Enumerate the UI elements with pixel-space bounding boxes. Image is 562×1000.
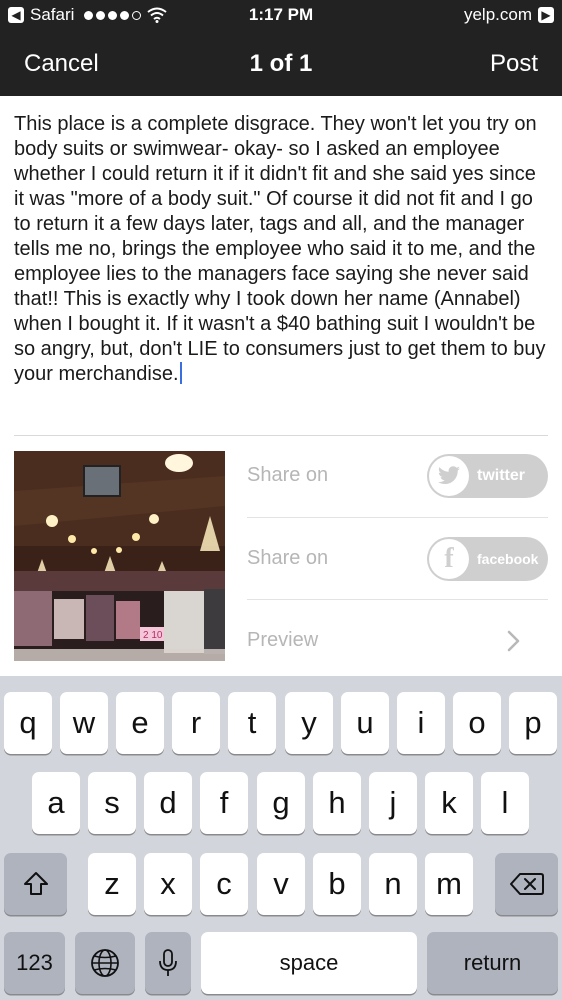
photo-sign-text: 2 10 <box>143 630 163 641</box>
key-j[interactable]: j <box>369 772 417 834</box>
key-s[interactable]: s <box>88 772 136 834</box>
key-u[interactable]: u <box>341 692 389 754</box>
key-i[interactable]: i <box>397 692 445 754</box>
return-key[interactable]: return <box>427 932 558 994</box>
forward-arrow-icon: ▶ <box>538 7 554 23</box>
key-v[interactable]: v <box>257 853 305 915</box>
facebook-icon: f <box>429 539 469 579</box>
key-y[interactable]: y <box>285 692 333 754</box>
status-domain[interactable]: yelp.com ▶ <box>464 5 554 25</box>
shift-key[interactable] <box>4 853 67 915</box>
key-a[interactable]: a <box>32 772 80 834</box>
key-f[interactable]: f <box>200 772 248 834</box>
key-z[interactable]: z <box>88 853 136 915</box>
nav-bar: Cancel 1 of 1 Post <box>0 32 562 96</box>
key-d[interactable]: d <box>144 772 192 834</box>
key-m[interactable]: m <box>425 853 473 915</box>
numbers-key[interactable]: 123 <box>4 932 65 994</box>
key-n[interactable]: n <box>369 853 417 915</box>
key-k[interactable]: k <box>425 772 473 834</box>
dictation-key[interactable] <box>145 932 191 994</box>
share-label: Share on <box>247 547 329 569</box>
key-x[interactable]: x <box>144 853 192 915</box>
post-button[interactable]: Post <box>490 50 538 78</box>
preview-label: Preview <box>247 629 319 651</box>
microphone-icon <box>159 949 177 976</box>
key-q[interactable]: q <box>4 692 52 754</box>
shift-icon <box>23 872 48 895</box>
review-text: This place is a complete disgrace. They … <box>14 113 546 385</box>
attached-photo[interactable]: 2 10 <box>14 451 225 661</box>
facebook-label: facebook <box>477 551 539 567</box>
cancel-button[interactable]: Cancel <box>24 50 99 78</box>
key-t[interactable]: t <box>228 692 276 754</box>
key-e[interactable]: e <box>116 692 164 754</box>
share-twitter-row: Share on twitter <box>247 435 548 517</box>
keyboard: q w e r t y u i o p a s d f g h j k l z … <box>0 676 562 1000</box>
key-w[interactable]: w <box>60 692 108 754</box>
globe-key[interactable] <box>75 932 135 994</box>
status-bar: ◀ Safari 1:17 PM yelp.com ▶ <box>0 0 562 32</box>
globe-icon <box>91 949 119 977</box>
share-label: Share on <box>247 464 329 486</box>
key-c[interactable]: c <box>200 853 248 915</box>
space-key[interactable]: space <box>201 932 417 994</box>
backspace-icon <box>509 873 544 895</box>
key-r[interactable]: r <box>172 692 220 754</box>
backspace-key[interactable] <box>495 853 558 915</box>
domain-label: yelp.com <box>463 5 532 24</box>
key-g[interactable]: g <box>257 772 305 834</box>
text-cursor <box>179 362 182 384</box>
key-b[interactable]: b <box>313 853 361 915</box>
twitter-label: twitter <box>477 467 525 484</box>
key-p[interactable]: p <box>509 692 557 754</box>
twitter-toggle[interactable]: twitter <box>427 454 548 498</box>
review-text-field[interactable]: This place is a complete disgrace. They … <box>14 112 548 387</box>
preview-row[interactable]: Preview <box>247 599 548 681</box>
chevron-right-icon <box>507 630 520 652</box>
twitter-icon <box>429 456 469 496</box>
facebook-toggle[interactable]: f facebook <box>427 537 548 581</box>
key-o[interactable]: o <box>453 692 501 754</box>
key-h[interactable]: h <box>313 772 361 834</box>
key-l[interactable]: l <box>481 772 529 834</box>
share-facebook-row: Share on f facebook <box>247 517 548 599</box>
